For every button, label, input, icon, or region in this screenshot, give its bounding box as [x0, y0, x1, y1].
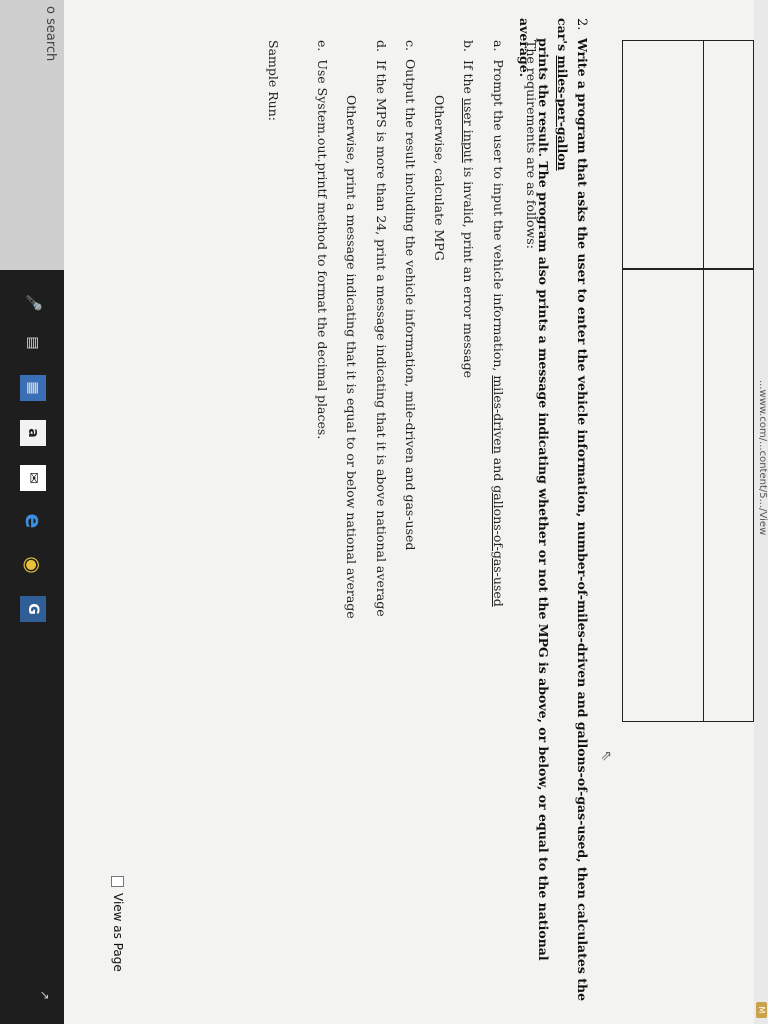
requirement-d: d. If the MPS is more than 24, print a m… — [374, 40, 389, 617]
item-label: d. — [374, 40, 389, 52]
item-text: If the MPS is more than 24, print a mess… — [374, 59, 389, 617]
question-mpg-term: miles-per-gallon — [555, 55, 570, 171]
url-text[interactable]: ...www.com/...content/5.../View — [757, 380, 768, 535]
blank-table — [622, 40, 754, 722]
item-label: c. — [403, 40, 418, 51]
item-text: If the — [461, 59, 476, 98]
search-placeholder: o search — [43, 6, 58, 62]
address-bar[interactable]: ...www.com/...content/5.../View M — [753, 0, 768, 1024]
requirement-d-otherwise: Otherwise, print a message indicating th… — [344, 95, 359, 619]
table-divider — [703, 41, 704, 721]
requirement-b-otherwise: Otherwise, calculate MPG — [432, 95, 447, 261]
screen: ...www.com/...content/5.../View M ⇖ 2.Wr… — [0, 0, 768, 1024]
system-tray-icon[interactable]: ↗ — [38, 990, 52, 1000]
document-page: ⇖ 2.Write a program that asks the user t… — [64, 0, 754, 1024]
item-text: is invalid, print an error message — [461, 162, 476, 378]
edge-icon[interactable]: e — [20, 508, 46, 534]
taskbar: o search 🎤 ▤ ▦ a ✉ e ◉ G ↗ — [0, 0, 64, 1024]
item-label: b. — [461, 40, 476, 52]
item-term: user input — [461, 97, 476, 163]
extension-icon[interactable]: M — [756, 1002, 767, 1018]
mouse-cursor-icon: ⇖ — [598, 750, 614, 762]
page-icon — [111, 876, 125, 887]
task-view-icon[interactable]: ▤ — [20, 330, 46, 356]
item-text: and — [491, 453, 506, 486]
taskbar-search-box[interactable]: o search — [0, 0, 64, 270]
item-term: miles-driven — [491, 375, 506, 454]
table-divider — [623, 268, 753, 270]
requirement-c: c. Output the result including the vehic… — [403, 40, 418, 550]
mic-icon[interactable]: 🎤 — [20, 290, 46, 316]
chrome-icon[interactable]: ◉ — [20, 552, 46, 578]
store-icon[interactable]: ▦ — [20, 375, 46, 401]
view-as-page-label: View as Page — [111, 893, 125, 972]
item-term: gallons-of-gas-used — [491, 485, 506, 607]
item-text: Prompt the user to input the vehicle inf… — [491, 59, 506, 376]
requirements-intro: The requirements are as follows: — [524, 40, 539, 249]
sample-run-label: Sample Run: — [266, 40, 281, 121]
requirement-a: a. Prompt the user to input the vehicle … — [491, 40, 506, 607]
item-label: a. — [491, 40, 506, 52]
item-label: e. — [315, 40, 330, 52]
item-text: Use System.out.printf method to format t… — [315, 59, 330, 440]
question-number: 2. — [574, 18, 589, 31]
requirement-b: b. If the user input is invalid, print a… — [461, 40, 476, 378]
item-text: Output the result including the vehicle … — [403, 58, 418, 551]
amazon-icon[interactable]: a — [20, 420, 46, 446]
mail-icon[interactable]: ✉ — [20, 465, 46, 491]
requirement-e: e. Use System.out.printf method to forma… — [315, 40, 330, 439]
g-app-icon[interactable]: G — [20, 596, 46, 622]
view-as-page-button[interactable]: View as Page — [107, 876, 129, 976]
